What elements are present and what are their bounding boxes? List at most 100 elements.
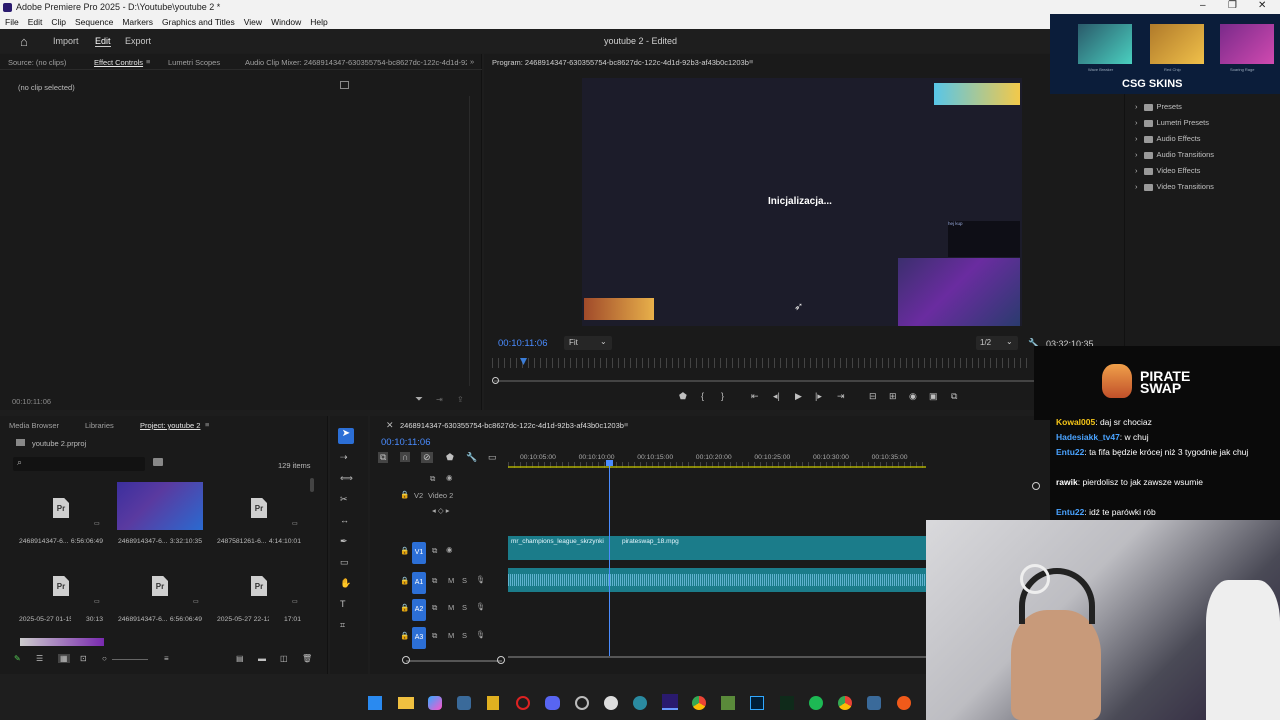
rectangle-tool-icon[interactable]: ▭	[340, 557, 349, 568]
mic-icon[interactable]: 🎙	[476, 630, 486, 639]
extract-icon[interactable]: ⊞	[889, 391, 897, 402]
close-sequence-icon[interactable]: ✕	[386, 420, 394, 431]
track-target-badge[interactable]: A1	[412, 572, 426, 594]
type-tool-icon[interactable]: T	[340, 599, 346, 609]
zoom-slider-handle-icon[interactable]: ○	[102, 654, 107, 663]
selection-tool-icon[interactable]: ➤	[338, 428, 354, 444]
ripple-edit-icon[interactable]: ⟺	[340, 473, 353, 484]
mute-icon[interactable]: M	[448, 603, 454, 612]
sequence-tab[interactable]: 2468914347-630355754-bc8627dc-122c-4d1d-…	[400, 421, 624, 430]
nest-icon[interactable]: ⧉	[378, 452, 389, 463]
project-item[interactable]: Pr ▭ 2487581261-6... 4:14:10:01	[210, 478, 306, 553]
razor-tool-icon[interactable]: ✂	[340, 494, 348, 505]
lock-icon[interactable]: 🔒	[400, 631, 409, 640]
search-input[interactable]: ⌕	[13, 457, 145, 471]
project-item[interactable]: Pr ▭ 2468914347-6... 6:56:06:49	[111, 556, 207, 631]
lock-icon[interactable]: 🔒	[400, 603, 409, 612]
program-video-frame[interactable]: Inicjalizacja... hej kup ➶	[582, 78, 1022, 326]
edge-icon[interactable]	[633, 696, 647, 710]
mic-icon[interactable]: 🎙	[476, 602, 486, 611]
export-tab[interactable]: Export	[125, 36, 151, 46]
premiere-taskbar-icon[interactable]	[662, 694, 678, 710]
solo-icon[interactable]: S	[462, 576, 467, 585]
chevron-right-icon[interactable]: ›	[1135, 150, 1138, 159]
app-orange-icon[interactable]	[897, 696, 911, 710]
mute-icon[interactable]: M	[448, 576, 454, 585]
mark-out-icon[interactable]: }	[721, 391, 724, 401]
start-icon[interactable]	[368, 696, 382, 710]
edit-tab[interactable]: Edit	[95, 36, 111, 47]
opera-icon[interactable]	[516, 696, 530, 710]
zoom-handle-icon[interactable]	[492, 377, 499, 384]
button-editor-icon[interactable]: ⧉	[951, 391, 957, 402]
toggle-sync-icon[interactable]: ⧉	[432, 603, 437, 613]
chatgpt-icon[interactable]	[575, 696, 589, 710]
discord-icon[interactable]	[545, 696, 560, 710]
photoshop-icon[interactable]	[750, 696, 764, 710]
automate-icon[interactable]: ▤	[236, 654, 244, 663]
menu-item-view[interactable]: View	[244, 17, 262, 27]
program-mini-ruler[interactable]	[492, 358, 1032, 368]
toggle-sync-icon[interactable]: ⧉	[430, 474, 435, 484]
eye-icon[interactable]: ◉	[446, 473, 453, 482]
comparison-view-icon[interactable]: ▣	[929, 391, 938, 402]
chevron-right-icon[interactable]: ›	[1135, 118, 1138, 127]
chrome-icon[interactable]	[692, 696, 706, 710]
track-select-icon[interactable]: ⇢	[340, 452, 348, 463]
steam-2-icon[interactable]	[867, 696, 881, 710]
lock-icon[interactable]: 🔒	[400, 546, 409, 555]
spotify-icon[interactable]	[809, 696, 823, 710]
go-to-out-icon[interactable]: ⇥	[837, 391, 845, 402]
sequence-menu-icon[interactable]: ≡	[624, 420, 628, 429]
project-item[interactable]: Pr ▭ 2468914347-6... 6:56:06:49	[12, 478, 108, 553]
add-marker-icon[interactable]: ⬟	[446, 452, 454, 463]
hand-tool-icon[interactable]: ✋	[340, 578, 351, 589]
program-zoom-bar[interactable]	[494, 380, 1034, 382]
add-marker-icon[interactable]: ⬟	[679, 391, 687, 402]
zoom-slider[interactable]	[112, 659, 148, 660]
audio-clip[interactable]	[508, 568, 926, 592]
hscroll-right-handle[interactable]	[497, 656, 505, 664]
snap-icon[interactable]: ∩	[400, 452, 411, 462]
effects-folder-item[interactable]: › Audio Effects	[1135, 131, 1275, 147]
tab-audio-clip-mixer[interactable]: Audio Clip Mixer: 2468914347-630355754-b…	[245, 58, 467, 67]
track-target-badge[interactable]: A2	[412, 599, 426, 621]
tab-lumetri-scopes[interactable]: Lumetri Scopes	[168, 58, 220, 67]
import-tab[interactable]: Import	[53, 36, 79, 46]
program-menu-icon[interactable]: ≡	[749, 57, 753, 66]
vscroll-handle[interactable]	[1032, 482, 1040, 490]
menu-item-graphics-and-titles[interactable]: Graphics and Titles	[162, 17, 235, 27]
keyframe-nav-icon[interactable]: ◂ ◇ ▸	[432, 506, 449, 515]
pencil-icon[interactable]: ✎	[14, 654, 21, 663]
minecraft-icon[interactable]	[721, 696, 735, 710]
panel-menu-icon[interactable]: ≡	[146, 57, 150, 66]
icon-view-icon[interactable]: ▦	[58, 654, 70, 663]
new-bin-icon[interactable]	[153, 458, 163, 466]
mark-in-icon[interactable]: {	[701, 391, 704, 401]
menu-item-file[interactable]: File	[5, 17, 19, 27]
new-folder-icon[interactable]: ▬	[258, 654, 266, 663]
track-target-badge[interactable]: V1	[412, 542, 426, 564]
effects-folder-item[interactable]: › Video Transitions	[1135, 179, 1275, 195]
project-item[interactable]: 2468914347-6... 3:32:10:35	[111, 478, 207, 553]
menu-item-window[interactable]: Window	[271, 17, 301, 27]
slip-tool-icon[interactable]: ↔	[340, 515, 349, 525]
effects-folder-item[interactable]: › Video Effects	[1135, 163, 1275, 179]
work-area-bar[interactable]	[508, 466, 926, 468]
maximize-icon[interactable]: ❐	[1228, 0, 1237, 11]
terminal-icon[interactable]	[780, 696, 794, 710]
chevron-right-icon[interactable]: ›	[1135, 134, 1138, 143]
timeline-ruler[interactable]: 00:10:05:00 00:10:10:00 00:10:15:00 00:10:2…	[508, 454, 1025, 472]
toggle-sync-icon[interactable]: ⧉	[432, 576, 437, 586]
tab-source[interactable]: Source: (no clips)	[8, 58, 66, 67]
steam-icon[interactable]	[457, 696, 471, 710]
trash-icon[interactable]: 🗑	[302, 654, 312, 663]
effects-folder-item[interactable]: › Presets	[1135, 99, 1275, 115]
file-explorer-icon[interactable]	[398, 697, 414, 709]
tab-effect-controls[interactable]: Effect Controls	[94, 58, 143, 67]
timeline-playhead[interactable]	[609, 460, 610, 656]
lift-icon[interactable]: ⊟	[869, 391, 877, 402]
playhead-handle[interactable]	[606, 460, 613, 466]
video-clip[interactable]: mr_champions_league_skrzynki pirateswap_…	[508, 536, 926, 560]
project-item[interactable]: Pr ▭ 2025-05-27 22-12-39... 17:01	[210, 556, 306, 631]
